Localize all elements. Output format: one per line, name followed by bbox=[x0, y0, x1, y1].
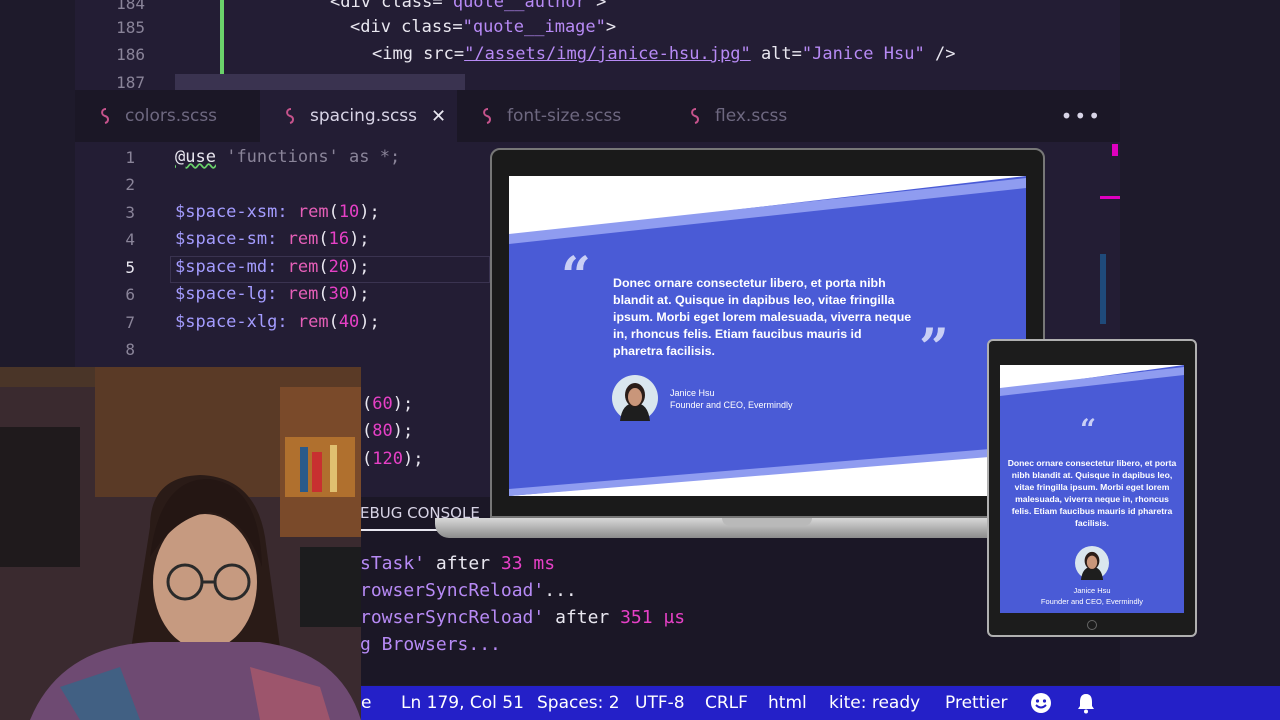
code-line: @use 'functions' as *; bbox=[175, 147, 401, 167]
top-gutter: 184 185 186 187 bbox=[75, 0, 145, 92]
scrollbar[interactable] bbox=[1100, 254, 1106, 324]
code-line: $space-sm: rem(16); bbox=[175, 229, 370, 249]
quote-text: Donec ornare consectetur libero, et port… bbox=[613, 276, 912, 358]
tablet-mockup: “ Donec ornare consectetur libero, et po… bbox=[987, 339, 1197, 637]
line-number: 2 bbox=[125, 175, 135, 194]
webcam-overlay bbox=[0, 367, 361, 720]
code-line-partial: (120); bbox=[362, 449, 424, 469]
more-actions-icon[interactable]: ••• bbox=[1061, 104, 1102, 128]
tablet-home-button bbox=[1087, 620, 1097, 630]
line-number: 4 bbox=[125, 230, 135, 249]
code-line: $space-xlg: rem(40); bbox=[175, 312, 380, 332]
code-line-partial: (60); bbox=[362, 394, 414, 414]
quote-author-name: Janice Hsu bbox=[1073, 586, 1111, 595]
tablet-screen: “ Donec ornare consectetur libero, et po… bbox=[1000, 365, 1184, 613]
tab-font-size-scss[interactable]: font-size.scss bbox=[457, 90, 665, 142]
line-number: 185 bbox=[116, 18, 145, 37]
top-code-pane[interactable]: 184 185 186 187 <div class="quote__autho… bbox=[75, 0, 1120, 92]
minimap-marker bbox=[1112, 144, 1118, 156]
avatar bbox=[612, 375, 658, 421]
open-quote-icon: “ bbox=[1080, 413, 1097, 446]
close-quote-icon: ” bbox=[919, 318, 949, 379]
laptop-mockup: “ ” Donec ornare consectetur libero, et … bbox=[435, 148, 1100, 538]
quote-text: Donec ornare consectetur libero, et port… bbox=[1007, 458, 1177, 528]
laptop-notch bbox=[722, 518, 812, 526]
laptop-screen: “ ” Donec ornare consectetur libero, et … bbox=[509, 176, 1026, 496]
status-encoding[interactable]: UTF-8 bbox=[635, 693, 685, 713]
avatar bbox=[1075, 546, 1109, 580]
tab-label: flex.scss bbox=[715, 106, 788, 126]
line-number: 186 bbox=[116, 45, 145, 64]
terminal-line: sTask' after 33 ms bbox=[360, 553, 556, 574]
line-number: 6 bbox=[125, 285, 135, 304]
tab-label: colors.scss bbox=[125, 106, 218, 126]
line-number: 1 bbox=[125, 148, 135, 167]
quote-author-role: Founder and CEO, Evermindly bbox=[1040, 597, 1144, 606]
code-line: <img src="/assets/img/janice-hsu.jpg" al… bbox=[372, 44, 956, 64]
code-line-partial: (80); bbox=[362, 421, 414, 441]
close-icon[interactable]: ✕ bbox=[431, 106, 446, 127]
tab-colors-scss[interactable]: colors.scss bbox=[75, 90, 260, 142]
sass-icon bbox=[286, 108, 294, 124]
tab-label: font-size.scss bbox=[507, 106, 622, 126]
quote-author-role: Founder and CEO, Evermindly bbox=[670, 400, 793, 410]
notification-bell-icon[interactable] bbox=[1076, 692, 1096, 714]
line-number: 5 bbox=[125, 258, 135, 277]
tab-flex-scss[interactable]: flex.scss bbox=[665, 90, 850, 142]
code-line: <div class="quote__image"> bbox=[350, 17, 617, 37]
sass-icon bbox=[691, 108, 699, 124]
minimap-marker bbox=[1100, 196, 1120, 199]
status-kite[interactable]: kite: ready bbox=[829, 693, 920, 713]
line-number: 7 bbox=[125, 313, 135, 332]
feedback-smiley-icon[interactable] bbox=[1030, 692, 1052, 714]
sass-icon bbox=[483, 108, 491, 124]
code-line: $space-lg: rem(30); bbox=[175, 284, 370, 304]
presenter-video bbox=[0, 367, 361, 720]
status-indentation[interactable]: Spaces: 2 bbox=[537, 693, 620, 713]
line-number: 8 bbox=[125, 340, 135, 359]
terminal-line: rowserSyncReload'... bbox=[360, 580, 577, 601]
open-quote-icon: “ bbox=[561, 246, 591, 307]
selection-highlight bbox=[175, 74, 465, 90]
code-line: <div class="quote__author"> bbox=[330, 0, 607, 12]
line-number: 184 bbox=[116, 0, 145, 13]
status-eol[interactable]: CRLF bbox=[705, 693, 748, 713]
tab-spacing-scss[interactable]: spacing.scss ✕ bbox=[260, 90, 457, 142]
tab-label: spacing.scss bbox=[310, 106, 418, 126]
status-formatter[interactable]: Prettier bbox=[945, 693, 1008, 713]
terminal-line: rowserSyncReload' after 351 µs bbox=[360, 607, 686, 628]
terminal-line: g Browsers... bbox=[360, 634, 501, 655]
quote-author-name: Janice Hsu bbox=[670, 388, 715, 398]
status-language[interactable]: html bbox=[768, 693, 807, 713]
status-partial: e bbox=[361, 693, 372, 713]
line-number: 3 bbox=[125, 203, 135, 222]
code-line: $space-xsm: rem(10); bbox=[175, 202, 380, 222]
status-cursor-position[interactable]: Ln 179, Col 51 bbox=[401, 693, 524, 713]
code-line: $space-md: rem(20); bbox=[175, 257, 370, 277]
editor-tabs: colors.scss spacing.scss ✕ font-size.scs… bbox=[75, 90, 1120, 142]
sass-icon bbox=[101, 108, 109, 124]
